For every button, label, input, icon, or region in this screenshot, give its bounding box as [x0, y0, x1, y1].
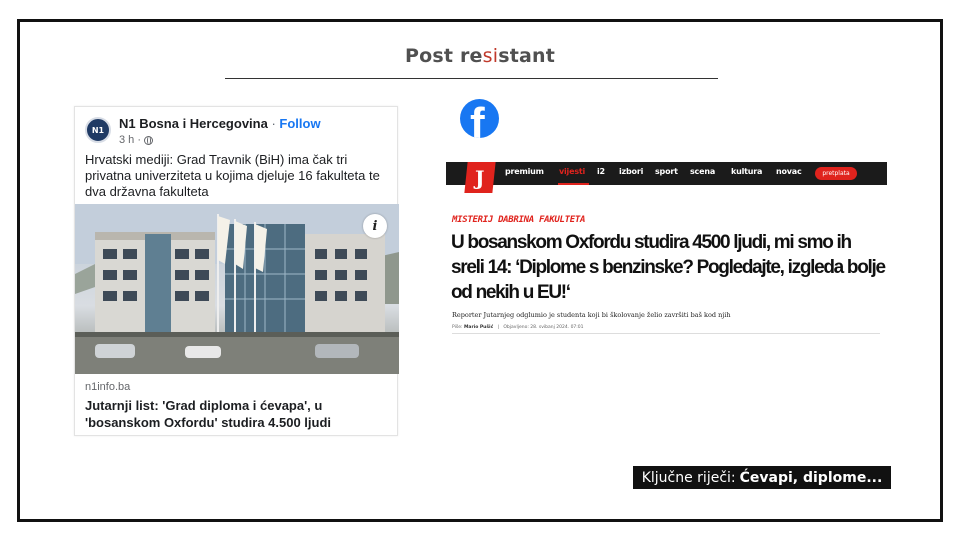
faculty-building-photo — [75, 204, 399, 374]
nav-item-izbori[interactable]: izbori — [619, 167, 643, 176]
article-byline: Piše: Mario Pušić | Objavljeno: 28. svib… — [452, 325, 584, 330]
slide-title-highlight: si — [482, 45, 499, 67]
post-meta: 3 h · — [119, 134, 154, 146]
slide-title-part: Post re — [404, 45, 483, 67]
nav-item-vijesti[interactable]: vijesti — [559, 167, 585, 176]
nav-item-premium[interactable]: premium — [505, 167, 544, 176]
article-lead: Reporter Jutarnjeg odglumio je studenta … — [452, 311, 731, 319]
subscribe-button[interactable]: pretplata — [815, 167, 857, 180]
nav-item-i2[interactable]: i2 — [597, 167, 605, 176]
keywords-box: Ključne riječi: Ćevapi, diplome... — [633, 466, 891, 489]
published-date: Objavljeno: 28. svibanj 2024. 07:01 — [503, 325, 584, 330]
post-link-image[interactable]: i — [75, 204, 399, 374]
byline-label: Piše: — [452, 325, 463, 330]
keywords-value: Ćevapi, diplome... — [739, 469, 883, 486]
article-headline: U bosanskom Oxfordu studira 4500 ljudi, … — [451, 232, 886, 303]
facebook-logo-icon: f — [460, 99, 499, 138]
article-kicker: MISTERIJ DABRINA FAKULTETA — [452, 215, 586, 225]
facebook-post-card: N1 N1 Bosna i Hercegovina · Follow 3 h ·… — [74, 106, 399, 436]
page-avatar[interactable]: N1 — [85, 117, 111, 143]
slide-title: Post resistant — [0, 45, 960, 67]
globe-icon — [144, 135, 154, 145]
nav-item-sport[interactable]: sport — [655, 167, 678, 176]
jutarnji-logo-letter: J — [475, 165, 485, 190]
nav-item-kultura[interactable]: kultura — [731, 167, 762, 176]
jutarnji-logo[interactable]: J — [464, 162, 496, 193]
page-name-link[interactable]: N1 Bosna i Hercegovina — [119, 116, 268, 131]
post-time[interactable]: 3 h · — [119, 134, 141, 146]
follow-button[interactable]: Follow — [279, 116, 320, 131]
info-icon[interactable]: i — [363, 214, 387, 238]
post-header: N1 Bosna i Hercegovina · Follow — [119, 116, 321, 131]
header-separator: · — [271, 116, 276, 131]
title-divider — [225, 78, 718, 79]
link-domain: n1info.ba — [85, 381, 131, 393]
slide-title-part: stant — [498, 45, 556, 67]
nav-item-scena[interactable]: scena — [690, 167, 715, 176]
post-text: Hrvatski mediji: Grad Travnik (BiH) ima … — [85, 152, 380, 199]
keywords-label: Ključne riječi: — [641, 469, 736, 486]
nav-item-novac[interactable]: novac — [776, 167, 802, 176]
avatar-logo-text: N1 — [91, 125, 105, 135]
active-nav-indicator — [558, 183, 589, 185]
article-divider — [452, 333, 880, 334]
facebook-logo-glyph: f — [470, 99, 485, 138]
byline-author[interactable]: Mario Pušić — [464, 325, 493, 330]
link-headline[interactable]: Jutarnji list: 'Grad diploma i ćevapa', … — [85, 397, 391, 431]
